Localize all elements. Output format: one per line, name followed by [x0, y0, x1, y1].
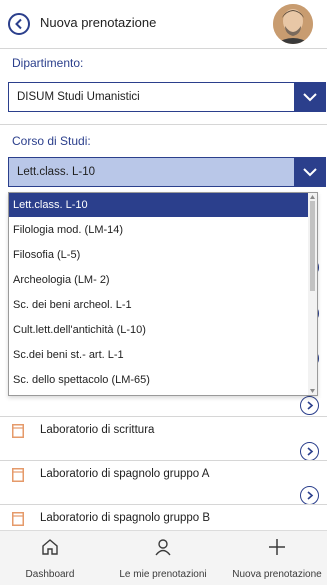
bottom-navigation: Dashboard Le mie prenotazioni Nuova pren…: [0, 530, 327, 585]
chevron-down-icon: [303, 168, 317, 177]
scroll-down-icon[interactable]: [309, 388, 316, 394]
app-header: Nuova prenotazione: [0, 0, 327, 48]
chevron-down-icon: [303, 93, 317, 102]
document-icon: [12, 468, 24, 482]
back-button[interactable]: [8, 13, 30, 35]
list-divider: [0, 504, 327, 505]
chevron-left-icon: [15, 18, 22, 30]
nav-my-bookings[interactable]: Le mie prenotazioni: [113, 531, 213, 585]
scroll-up-icon[interactable]: [309, 194, 316, 200]
chevron-right-icon: [306, 401, 313, 410]
chevron-right-icon: [306, 447, 313, 456]
nav-label: Dashboard: [25, 569, 75, 580]
home-icon: [42, 539, 58, 555]
course-option[interactable]: Lett.class. L-10: [9, 193, 309, 217]
chevron-right-icon: [306, 491, 313, 500]
course-option[interactable]: Sc. dello spettacolo (LM-65): [9, 368, 309, 392]
department-value: DISUM Studi Umanistici: [17, 91, 140, 103]
course-dropdown-toggle[interactable]: [294, 157, 326, 187]
nav-dashboard[interactable]: Dashboard: [0, 531, 100, 585]
course-option[interactable]: Archeologia (LM- 2): [9, 268, 309, 292]
document-icon: [12, 512, 24, 526]
lab-label: Laboratorio di scrittura: [40, 424, 155, 436]
list-divider: [0, 460, 327, 461]
go-button[interactable]: [300, 486, 319, 505]
header-divider: [0, 48, 327, 49]
course-option[interactable]: Sc. dei beni archeol. L-1: [9, 293, 309, 317]
page-title: Nuova prenotazione: [40, 15, 157, 30]
user-photo-icon: [273, 4, 313, 44]
department-dropdown[interactable]: DISUM Studi Umanistici: [8, 82, 326, 112]
course-option[interactable]: Cult.lett.dell'antichità (L-10): [9, 318, 309, 342]
list-divider: [0, 416, 327, 417]
department-label: Dipartimento:: [12, 56, 84, 70]
course-label: Corso di Studi:: [12, 134, 91, 148]
lab-label: Laboratorio di spagnolo gruppo A: [40, 468, 210, 480]
scrollbar-thumb[interactable]: [310, 201, 315, 291]
options-scrollbar[interactable]: [308, 193, 317, 395]
course-dropdown[interactable]: Lett.class. L-10: [8, 157, 326, 187]
course-option[interactable]: Filologia mod. (LM-14): [9, 218, 309, 242]
lab-label: Laboratorio di spagnolo gruppo B: [40, 512, 211, 524]
go-button[interactable]: [300, 396, 319, 415]
course-value: Lett.class. L-10: [17, 166, 95, 178]
person-icon: [155, 539, 171, 556]
nav-label: Le mie prenotazioni: [119, 569, 207, 580]
course-option[interactable]: Filosofia (L-5): [9, 243, 309, 267]
nav-label: Nuova prenotazione: [232, 569, 322, 580]
document-icon: [12, 424, 24, 438]
department-dropdown-toggle[interactable]: [294, 82, 326, 112]
plus-icon: [269, 539, 285, 555]
go-button[interactable]: [300, 442, 319, 461]
list-item[interactable]: Laboratorio di spagnolo gruppo A: [0, 464, 327, 506]
list-item[interactable]: Laboratorio di scrittura: [0, 420, 327, 462]
course-options-list[interactable]: Lett.class. L-10 Filologia mod. (LM-14) …: [8, 192, 318, 396]
avatar[interactable]: [273, 4, 313, 44]
nav-new-booking[interactable]: Nuova prenotazione: [227, 531, 327, 585]
section-divider: [0, 124, 327, 125]
course-option[interactable]: Sc.dei beni st.- art. L-1: [9, 343, 309, 367]
